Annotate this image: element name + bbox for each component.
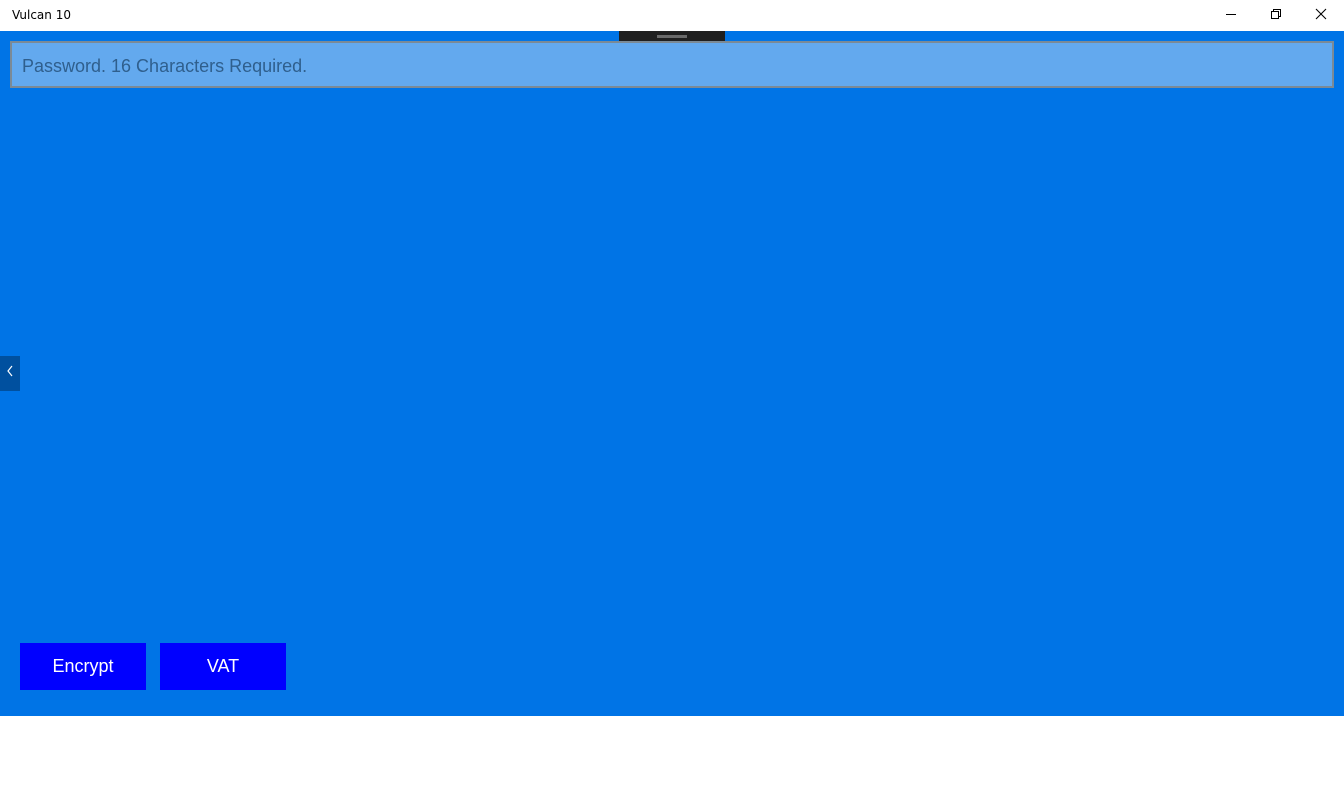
close-icon xyxy=(1315,7,1327,25)
restore-button[interactable] xyxy=(1253,0,1299,31)
chevron-left-icon xyxy=(5,364,15,383)
title-bar[interactable]: Vulcan 10 xyxy=(0,0,1344,31)
side-panel-toggle[interactable] xyxy=(0,356,20,391)
minimize-icon xyxy=(1225,7,1237,25)
window-title: Vulcan 10 xyxy=(12,8,71,22)
password-input[interactable] xyxy=(10,41,1334,88)
close-button[interactable] xyxy=(1298,0,1344,31)
minimize-button[interactable] xyxy=(1208,0,1254,31)
encrypt-button[interactable]: Encrypt xyxy=(20,643,146,690)
restore-icon xyxy=(1270,7,1282,25)
app-window: Vulcan 10 Password. 16 Characters Requir… xyxy=(0,0,1344,787)
vat-button[interactable]: VAT xyxy=(160,643,286,690)
drag-handle-grip xyxy=(657,35,687,38)
app-canvas: Encrypt VAT xyxy=(0,31,1344,716)
